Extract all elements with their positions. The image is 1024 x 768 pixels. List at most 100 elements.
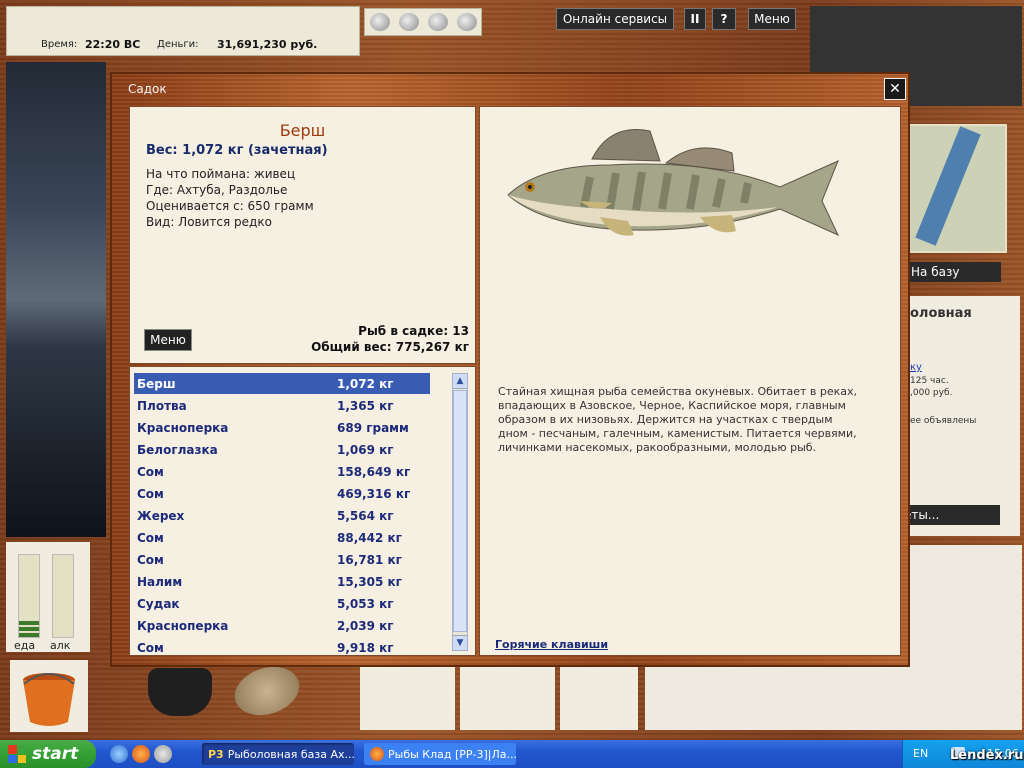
fish-trophy-icon[interactable] [456, 13, 477, 31]
needs-panel: еда алк [6, 542, 90, 652]
fish-info-panel: Берш Вес: 1,072 кг (зачетная) На что пой… [129, 106, 476, 364]
fish-list-weight: 469,316 кг [337, 486, 411, 501]
mini-map[interactable] [905, 124, 1007, 253]
inventory-slot[interactable] [560, 665, 638, 730]
pause-button[interactable]: II [684, 8, 706, 30]
fish-list-row[interactable]: Красноперка 689 грамм [134, 417, 430, 438]
scroll-down-icon[interactable]: ▼ [453, 635, 467, 650]
fish-list-name: Сом [137, 464, 164, 479]
online-services-button[interactable]: Онлайн сервисы [556, 8, 674, 30]
fish-trophy-icon[interactable] [369, 13, 390, 31]
info-line: ее объявлены [910, 416, 977, 426]
time-label: Время: [41, 39, 78, 50]
keepnet-count: Рыб в садке: 13 [358, 324, 469, 338]
bucket-icon [23, 673, 75, 726]
location-title: оловная [910, 306, 972, 321]
money-label: Деньги: [157, 39, 199, 50]
fish-list-weight: 689 грамм [337, 420, 409, 435]
fish-list-row[interactable]: Белоглазка 1,069 кг [134, 439, 430, 460]
game-app-icon: Р3 [208, 747, 224, 761]
map-river [915, 126, 981, 246]
fish-list-weight: 2,039 кг [337, 618, 394, 633]
bucket-slot[interactable] [10, 660, 88, 732]
fish-list-weight: 88,442 кг [337, 530, 402, 545]
fish-list-name: Сом [137, 530, 164, 545]
fish-kind: Вид: Ловится редко [146, 215, 272, 229]
location-info-panel: оловная ку 125 час. ,000 руб. ее объявле… [900, 296, 1020, 536]
groundbait-pot-icon[interactable] [148, 668, 212, 716]
fish-weight: Вес: 1,072 кг (зачетная) [146, 143, 328, 158]
scroll-thumb[interactable] [453, 390, 467, 632]
fish-list-name: Налим [137, 574, 183, 589]
fish-list-weight: 15,305 кг [337, 574, 402, 589]
fish-trophy-icon[interactable] [398, 13, 419, 31]
quicklaunch-icon[interactable] [154, 745, 172, 763]
fish-list-row[interactable]: Налим 15,305 кг [134, 571, 430, 592]
fish-list-name: Сом [137, 640, 164, 655]
fish-list-weight: 9,918 кг [337, 640, 394, 655]
quests-button[interactable]: еты... [900, 505, 1000, 525]
fish-list-name: Красноперка [137, 420, 229, 435]
location-link[interactable]: ку [910, 362, 922, 373]
watermark: Lendex.ru [950, 748, 1024, 763]
hotkeys-link[interactable]: Горячие клавиши [495, 638, 608, 651]
firefox-icon [370, 747, 384, 761]
to-base-button[interactable]: На базу [905, 262, 1001, 282]
fish-list-row[interactable]: Берш 1,072 кг [134, 373, 430, 394]
taskbar-item-game[interactable]: Р3 Рыболовная база Ах... [202, 743, 354, 765]
eat-label: еда [14, 639, 36, 652]
info-line: ,000 руб. [910, 388, 953, 398]
main-menu-button[interactable]: Меню [748, 8, 796, 30]
alcohol-label: алк [50, 639, 71, 652]
fish-list-row[interactable]: Красноперка 2,039 кг [134, 615, 430, 636]
desktop-icon[interactable] [110, 745, 128, 763]
scroll-up-icon[interactable]: ▲ [453, 374, 467, 389]
fish-list-row[interactable]: Сом 469,316 кг [134, 483, 430, 504]
inventory-slot[interactable] [360, 665, 455, 730]
fish-list-name: Берш [137, 376, 176, 391]
fish-list-panel: Берш 1,072 кг Плотва 1,365 кг Красноперка 689… [129, 366, 476, 656]
fish-list-row[interactable]: Жерех 5,564 кг [134, 505, 430, 526]
fish-list-name: Плотва [137, 398, 187, 413]
help-button[interactable]: ? [712, 8, 736, 30]
list-scrollbar[interactable]: ▲ ▼ [452, 373, 468, 651]
dialog-title: Садок [128, 82, 167, 96]
fish-list-row[interactable]: Плотва 1,365 кг [134, 395, 430, 416]
fish-list-weight: 5,564 кг [337, 508, 394, 523]
fish-description: Стайная хищная рыба семейства окуневых. … [498, 385, 858, 454]
total-weight: Общий вес: 775,267 кг [311, 340, 469, 354]
taskbar-item-label: Рыбы Клад [РР-3]|Ла... [388, 747, 516, 761]
taskbar-item-browser[interactable]: Рыбы Клад [РР-3]|Ла... [364, 743, 516, 765]
info-line: 125 час. [910, 376, 949, 386]
alcohol-meter [52, 554, 74, 638]
fish-list-row[interactable]: Судак 5,053 кг [134, 593, 430, 614]
fish-list-weight: 1,072 кг [337, 376, 394, 391]
fish-list-weight: 1,365 кг [337, 398, 394, 413]
fish-list-row[interactable]: Сом 88,442 кг [134, 527, 430, 548]
fish-trophies [364, 8, 482, 36]
taskbar-item-label: Рыболовная база Ах... [227, 747, 354, 761]
fish-list-weight: 5,053 кг [337, 596, 394, 611]
inventory-slot[interactable] [460, 665, 555, 730]
fish-list-weight: 158,649 кг [337, 464, 411, 479]
close-button[interactable]: ✕ [884, 78, 906, 100]
lake-scene [6, 62, 106, 537]
start-button[interactable]: start [0, 740, 96, 768]
fish-trophy-icon[interactable] [427, 13, 448, 31]
eat-meter-fill [19, 620, 39, 637]
status-bar: Время: 22:20 ВС Деньги: 31,691,230 руб. [6, 6, 360, 56]
fish-menu-button[interactable]: Меню [144, 329, 192, 351]
fish-list-name: Жерех [137, 508, 185, 523]
fish-list-row[interactable]: Сом 16,781 кг [134, 549, 430, 570]
fish-list-row[interactable]: Сом 158,649 кг [134, 461, 430, 482]
fish-location: Где: Ахтуба, Раздолье [146, 183, 288, 197]
fish-description-panel: Стайная хищная рыба семейства окуневых. … [479, 106, 901, 656]
fish-list-weight: 1,069 кг [337, 442, 394, 457]
fish-list-name: Красноперка [137, 618, 229, 633]
windows-logo-icon [8, 745, 26, 763]
firefox-icon[interactable] [132, 745, 150, 763]
start-label: start [32, 744, 79, 764]
language-indicator[interactable]: EN [913, 747, 928, 760]
fish-list-row[interactable]: Сом 9,918 кг [134, 637, 430, 658]
fish-list-name: Сом [137, 486, 164, 501]
